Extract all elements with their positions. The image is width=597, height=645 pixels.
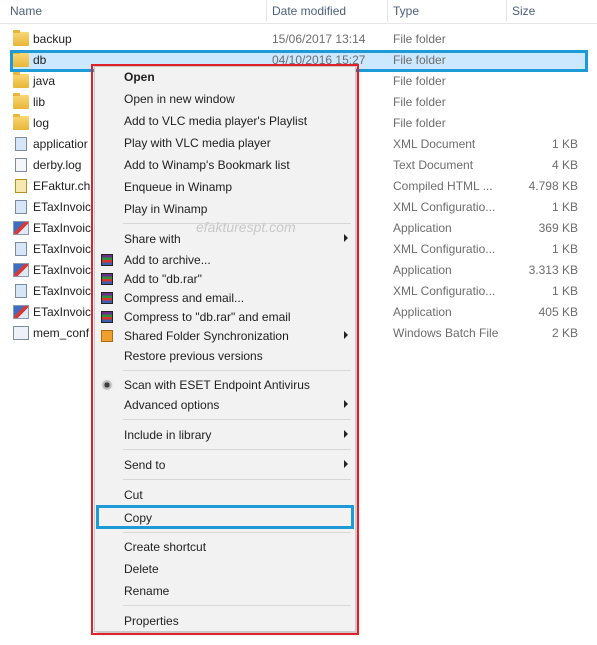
column-divider[interactable] bbox=[387, 0, 388, 22]
config-file-icon bbox=[15, 200, 27, 214]
file-size: 4.798 KB bbox=[528, 179, 578, 193]
file-type: File folder bbox=[393, 74, 446, 88]
column-size[interactable]: Size bbox=[512, 4, 535, 18]
file-name: java bbox=[33, 74, 56, 88]
file-size: 3.313 KB bbox=[528, 263, 578, 277]
file-type: File folder bbox=[393, 95, 446, 109]
file-name: EFaktur.ch bbox=[33, 179, 91, 193]
file-name: ETaxInvoic bbox=[33, 242, 92, 256]
application-icon bbox=[13, 221, 29, 235]
column-name[interactable]: Name bbox=[10, 4, 42, 18]
folder-icon bbox=[13, 114, 29, 130]
folder-icon bbox=[13, 72, 29, 88]
file-name: log bbox=[33, 116, 50, 130]
file-row-backup[interactable]: backup 15/06/2017 13:14 File folder bbox=[10, 29, 588, 50]
copy-highlight-outline bbox=[96, 505, 354, 529]
file-name: applicatior bbox=[33, 137, 88, 151]
column-divider[interactable] bbox=[506, 0, 507, 22]
file-type: XML Configuratio... bbox=[393, 284, 496, 298]
file-type: Application bbox=[393, 263, 452, 277]
file-size: 2 KB bbox=[551, 326, 578, 340]
batch-file-icon bbox=[13, 326, 29, 340]
file-name: ETaxInvoic bbox=[33, 263, 92, 277]
file-size: 369 KB bbox=[538, 221, 578, 235]
config-file-icon bbox=[15, 242, 27, 256]
file-name: backup bbox=[33, 32, 72, 46]
application-icon bbox=[13, 263, 29, 277]
folder-icon bbox=[13, 30, 29, 46]
file-type: Application bbox=[393, 305, 452, 319]
file-type: XML Configuratio... bbox=[393, 242, 496, 256]
watermark-text: efakturespt.com bbox=[196, 219, 296, 235]
folder-icon bbox=[13, 93, 29, 109]
column-divider[interactable] bbox=[266, 0, 267, 22]
file-name: mem_conf bbox=[33, 326, 90, 340]
file-type: Compiled HTML ... bbox=[393, 179, 493, 193]
config-file-icon bbox=[15, 284, 27, 298]
file-name: ETaxInvoic bbox=[33, 284, 92, 298]
file-name: ETaxInvoic bbox=[33, 305, 92, 319]
file-name: ETaxInvoic bbox=[33, 200, 92, 214]
xml-file-icon bbox=[15, 137, 27, 151]
file-name: lib bbox=[33, 95, 46, 109]
file-date: 15/06/2017 13:14 bbox=[272, 32, 366, 46]
file-size: 1 KB bbox=[551, 200, 578, 214]
file-type: XML Document bbox=[393, 137, 476, 151]
file-type: File folder bbox=[393, 116, 446, 130]
text-file-icon bbox=[15, 158, 27, 172]
file-name: ETaxInvoic bbox=[33, 221, 92, 235]
file-size: 1 KB bbox=[551, 137, 578, 151]
column-date-modified[interactable]: Date modified bbox=[272, 4, 346, 18]
file-type: Text Document bbox=[393, 158, 474, 172]
file-type: Windows Batch File bbox=[393, 326, 499, 340]
file-size: 4 KB bbox=[551, 158, 578, 172]
file-name: derby.log bbox=[33, 158, 82, 172]
file-size: 1 KB bbox=[551, 242, 578, 256]
context-menu-annotation-outline bbox=[91, 64, 359, 635]
file-type: XML Configuratio... bbox=[393, 200, 496, 214]
application-icon bbox=[13, 305, 29, 319]
file-size: 1 KB bbox=[551, 284, 578, 298]
column-type[interactable]: Type bbox=[393, 4, 419, 18]
chm-file-icon bbox=[15, 179, 27, 193]
column-header-bar: Name Date modified Type Size bbox=[0, 0, 597, 24]
file-size: 405 KB bbox=[538, 305, 578, 319]
file-type: File folder bbox=[393, 32, 446, 46]
file-type: Application bbox=[393, 221, 452, 235]
